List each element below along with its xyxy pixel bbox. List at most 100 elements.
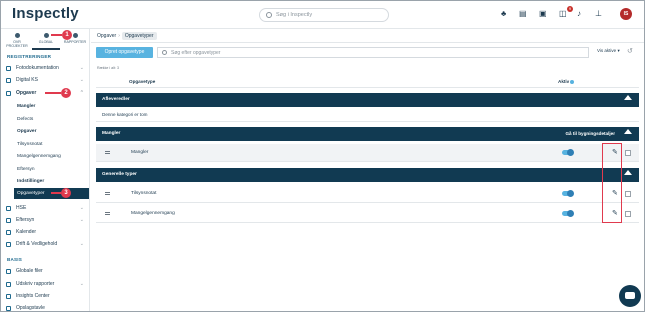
notification-badge: 9	[567, 6, 573, 12]
sidebar-sub-opgaver[interactable]: Opgaver	[1, 126, 90, 137]
drag-handle-icon[interactable]	[105, 192, 110, 195]
help-icon[interactable]	[570, 79, 575, 84]
top-bar: Inspectly Søg i Inspectly ♣ ▤ ▣ ◫ 9 ♪ ⊥ …	[1, 1, 644, 29]
tab-projects[interactable]: OVR PROJEKTER	[3, 32, 31, 48]
breadcrumb-root[interactable]: Opgaver	[97, 33, 116, 39]
sidebar-item-drift-vedligehold[interactable]: Drift & Vedligehold ⌄	[1, 239, 90, 250]
annotation-arrow-2	[45, 92, 61, 94]
active-filter-select[interactable]: Vis aktive ▾	[597, 48, 620, 54]
task-type-label: Tilsynsnotat	[131, 191, 157, 196]
projects-icon	[14, 33, 20, 38]
gear-icon	[72, 33, 78, 38]
chevron-down-icon: ⌄	[79, 281, 84, 287]
column-header-active: Aktiv	[558, 79, 575, 84]
chat-icon[interactable]	[619, 285, 641, 307]
sidebar-item-eftersyn[interactable]: Eftersyn ⌄	[1, 215, 90, 226]
sidebar-sub-tilsynsnotat[interactable]: Tilsynsnotat	[1, 139, 90, 150]
chevron-down-icon: ⌄	[79, 205, 84, 211]
create-task-type-button[interactable]: Opret opgavetype	[96, 47, 153, 58]
task-type-label: Mangelgennemgang	[131, 211, 175, 216]
chevron-down-icon: ⌄	[79, 241, 84, 247]
row-checkbox[interactable]	[625, 191, 631, 197]
sidebar-sub-defects[interactable]: Defects	[1, 114, 90, 125]
app-window: Inspectly Søg i Inspectly ♣ ▤ ▣ ◫ 9 ♪ ⊥ …	[0, 0, 645, 312]
global-search[interactable]: Søg i Inspectly	[259, 8, 389, 22]
chevron-down-icon: ⌄	[79, 65, 84, 71]
sidebar-item-insights-center[interactable]: Insights Center	[1, 291, 90, 302]
annotation-arrow-1	[51, 34, 62, 36]
table-row: Tilsynsnotat ✎	[96, 185, 639, 203]
go-to-building-details-link[interactable]: Gå til bygningsdetaljer	[565, 131, 615, 136]
sidebar-item-kalender[interactable]: Kalender	[1, 227, 90, 238]
annotation-marker-3: 3	[61, 188, 71, 198]
sidebar: OVR PROJEKTER GLOBAL RAPPORTER REGISTRER…	[1, 29, 90, 311]
user-hierarchy-icon[interactable]: ♣	[501, 9, 506, 18]
folder-icon	[6, 269, 11, 274]
chevron-down-icon: ⌄	[79, 77, 84, 83]
chart-icon	[6, 294, 11, 299]
sidebar-sub-indstillinger[interactable]: Indstillinger	[1, 176, 90, 187]
annotation-marker-2: 2	[61, 88, 71, 98]
group-header-mangler[interactable]: Mangler Gå til bygningsdetaljer	[96, 127, 639, 141]
row-checkbox[interactable]	[625, 150, 631, 156]
pin-icon[interactable]: ⊥	[595, 9, 602, 18]
sidebar-scope-tabs: OVR PROJEKTER GLOBAL RAPPORTER	[1, 32, 90, 50]
sidebar-sub-eftersyn[interactable]: Eftersyn	[1, 164, 90, 175]
globe-icon	[43, 33, 49, 38]
bell-icon[interactable]: ♪	[577, 9, 581, 18]
section-basis: BASIS	[7, 257, 23, 262]
collapse-icon[interactable]	[624, 95, 632, 100]
sidebar-item-globale-filer[interactable]: Globale filer	[1, 266, 90, 277]
active-toggle[interactable]	[562, 190, 574, 197]
main-content: Opgaver › Opgavetyper Opret opgavetype Søg…	[91, 29, 644, 311]
search-icon	[162, 50, 167, 55]
active-toggle[interactable]	[562, 149, 574, 156]
search-placeholder: Søg i Inspectly	[276, 12, 313, 18]
clipboard-icon	[6, 91, 11, 96]
group-header-afleveredler[interactable]: Afleveredler	[96, 93, 639, 107]
table-row: Mangler ✎	[96, 144, 639, 162]
drag-handle-icon[interactable]	[105, 212, 110, 215]
chevron-up-icon: ⌃	[79, 90, 84, 96]
sidebar-sub-mangelgennemgang[interactable]: Mangelgennemgang	[1, 151, 90, 162]
divider	[91, 42, 644, 43]
search-icon	[266, 12, 272, 18]
collapse-icon[interactable]	[624, 129, 632, 134]
reset-icon[interactable]: ↺	[627, 47, 633, 55]
updates-icon[interactable]: ◫	[559, 9, 567, 18]
sidebar-item-hse[interactable]: HSE ⌄	[1, 203, 90, 214]
row-checkbox[interactable]	[625, 211, 631, 217]
sidebar-item-fotodokumentation[interactable]: Fotodokumentation ⌄	[1, 63, 90, 74]
calendar-icon	[6, 230, 11, 235]
logo: Inspectly	[12, 5, 79, 22]
chevron-down-icon: ⌄	[79, 217, 84, 223]
chevron-down-icon: ▾	[617, 48, 620, 53]
collapse-icon[interactable]	[624, 170, 632, 175]
wrench-icon	[6, 242, 11, 247]
task-type-search-placeholder: Søg efter opgavetyper	[171, 50, 221, 56]
devices-icon[interactable]: ▣	[539, 9, 547, 18]
table-row: Mangelgennemgang ✎	[96, 205, 639, 223]
sidebar-item-udskriv-rapporter[interactable]: Udskriv rapporter ⌄	[1, 279, 90, 290]
camera-icon	[6, 66, 11, 71]
active-toggle[interactable]	[562, 210, 574, 217]
sidebar-item-opslagstavle[interactable]: Opslagstavle	[1, 303, 90, 311]
breadcrumb: Opgaver › Opgavetyper	[97, 32, 157, 40]
eye-icon	[6, 218, 11, 223]
drag-handle-icon[interactable]	[105, 151, 110, 154]
checklist-icon	[6, 78, 11, 83]
group-header-generelle-typer[interactable]: Generelle typer	[96, 168, 639, 182]
avatar[interactable]: IS	[620, 8, 632, 20]
sidebar-item-digital-ks[interactable]: Digital KS ⌄	[1, 75, 90, 86]
column-header-type: Opgavetype	[129, 79, 156, 84]
board-icon	[6, 306, 11, 311]
contacts-icon[interactable]: ▤	[519, 9, 527, 18]
annotation-highlight-box	[602, 143, 622, 223]
task-type-search-input[interactable]: Søg efter opgavetyper	[157, 47, 589, 58]
sidebar-sub-mangler[interactable]: Mangler	[1, 101, 90, 112]
section-registreringer: REGISTRERINGER	[7, 54, 52, 59]
task-type-label: Mangler	[131, 150, 149, 155]
annotation-arrow-3	[51, 192, 61, 194]
row-count: Række i alt: 3	[97, 66, 119, 70]
breadcrumb-separator-icon: ›	[118, 33, 120, 39]
